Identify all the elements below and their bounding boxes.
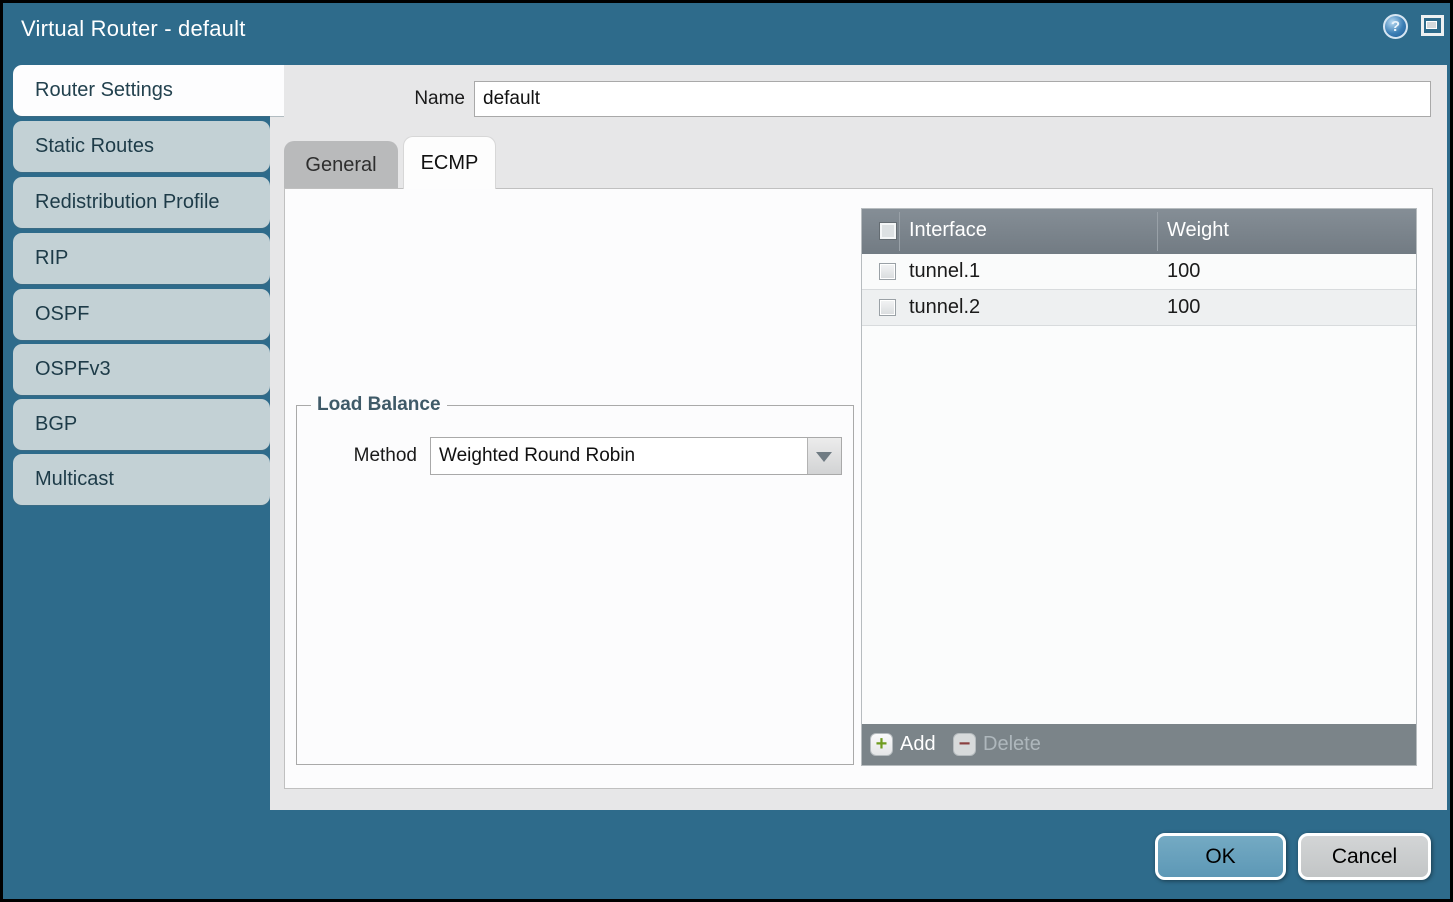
name-label: Name [333, 88, 465, 110]
tab-ecmp[interactable]: ECMP [403, 136, 496, 189]
help-icon[interactable]: ? [1383, 14, 1408, 39]
sidebar-item-redistribution-profile[interactable]: Redistribution Profile [13, 177, 270, 228]
name-input[interactable] [474, 81, 1431, 117]
ok-button[interactable]: OK [1155, 833, 1286, 880]
interface-column-header[interactable]: Interface [909, 219, 987, 242]
table-action-bar: + Add − Delete [862, 724, 1416, 765]
load-balance-group: Load Balance Method Weighted Round Robin [296, 405, 854, 765]
delete-icon: − [953, 733, 976, 756]
dialog-title: Virtual Router - default [21, 16, 246, 42]
table-header: Interface Weight [862, 209, 1416, 254]
method-label: Method [319, 445, 417, 467]
method-dropdown[interactable]: Weighted Round Robin [430, 437, 842, 475]
sidebar-item-ospfv3[interactable]: OSPFv3 [13, 344, 270, 395]
delete-button: Delete [983, 733, 1041, 756]
table-row[interactable]: tunnel.2 100 [862, 290, 1416, 326]
sidebar-item-rip[interactable]: RIP [13, 233, 270, 284]
interface-cell: tunnel.2 [909, 296, 980, 319]
load-balance-legend: Load Balance [311, 394, 447, 416]
table-row[interactable]: tunnel.1 100 [862, 254, 1416, 290]
add-icon[interactable]: + [870, 733, 893, 756]
virtual-router-dialog: Virtual Router - default ? Router Settin… [0, 0, 1453, 902]
weight-cell: 100 [1167, 260, 1200, 283]
add-button[interactable]: Add [900, 733, 936, 756]
interface-table: Interface Weight tunnel.1 100 tunnel.2 1… [861, 208, 1417, 766]
window-icon-inner [1426, 21, 1437, 29]
sidebar-item-router-settings[interactable]: Router Settings [13, 65, 284, 116]
sidebar-item-ospf[interactable]: OSPF [13, 289, 270, 340]
window-icon[interactable] [1421, 15, 1444, 36]
sidebar-item-static-routes[interactable]: Static Routes [13, 121, 270, 172]
chevron-down-icon [816, 452, 832, 462]
column-divider [899, 212, 900, 251]
column-divider [1157, 212, 1158, 251]
weight-column-header[interactable]: Weight [1167, 219, 1229, 242]
method-dropdown-button[interactable] [807, 438, 841, 474]
select-all-checkbox[interactable] [879, 222, 897, 240]
row-checkbox[interactable] [879, 299, 896, 316]
sidebar-item-bgp[interactable]: BGP [13, 399, 270, 450]
row-checkbox[interactable] [879, 263, 896, 280]
interface-cell: tunnel.1 [909, 260, 980, 283]
weight-cell: 100 [1167, 296, 1200, 319]
sidebar-item-multicast[interactable]: Multicast [13, 454, 270, 505]
method-value: Weighted Round Robin [439, 445, 635, 467]
tab-general[interactable]: General [284, 141, 398, 189]
cancel-button[interactable]: Cancel [1298, 833, 1431, 880]
